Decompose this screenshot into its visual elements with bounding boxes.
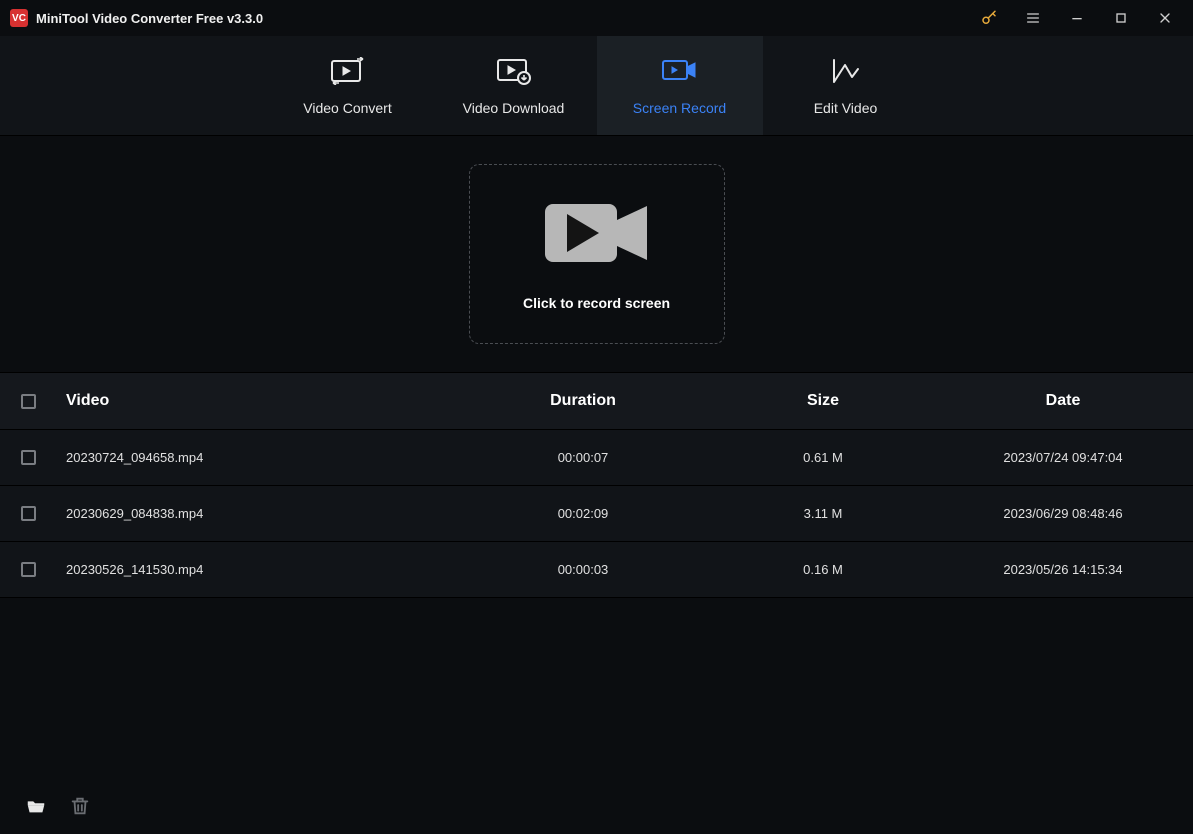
open-folder-button[interactable] — [24, 794, 48, 818]
menu-button[interactable] — [1011, 0, 1055, 36]
tab-label: Video Convert — [303, 100, 391, 116]
cell-size: 0.61 M — [703, 450, 943, 465]
app-logo-icon: VC — [10, 9, 28, 27]
tab-label: Edit Video — [814, 100, 878, 116]
video-convert-icon — [331, 56, 365, 86]
footer — [0, 778, 1193, 834]
cell-duration: 00:02:09 — [463, 506, 703, 521]
table-row[interactable]: 20230526_141530.mp400:00:030.16 M2023/05… — [0, 542, 1193, 598]
table-header: Video Duration Size Date — [0, 372, 1193, 430]
close-button[interactable] — [1143, 0, 1187, 36]
key-icon — [980, 9, 998, 27]
folder-open-icon — [25, 795, 47, 817]
maximize-button[interactable] — [1099, 0, 1143, 36]
minimize-button[interactable] — [1055, 0, 1099, 36]
row-checkbox[interactable] — [21, 562, 36, 577]
header-date: Date — [943, 392, 1183, 410]
titlebar: VC MiniTool Video Converter Free v3.3.0 — [0, 0, 1193, 36]
record-label: Click to record screen — [523, 295, 670, 311]
table-row[interactable]: 20230724_094658.mp400:00:070.61 M2023/07… — [0, 430, 1193, 486]
row-checkbox[interactable] — [21, 450, 36, 465]
delete-button[interactable] — [68, 794, 92, 818]
tab-edit-video[interactable]: Edit Video — [763, 36, 929, 135]
tab-label: Video Download — [463, 100, 565, 116]
cell-video: 20230629_084838.mp4 — [56, 506, 463, 521]
record-area: Click to record screen — [0, 136, 1193, 372]
camera-play-icon — [541, 198, 653, 273]
table-body: 20230724_094658.mp400:00:070.61 M2023/07… — [0, 430, 1193, 598]
tab-video-convert[interactable]: Video Convert — [265, 36, 431, 135]
maximize-icon — [1113, 10, 1129, 26]
header-video: Video — [56, 392, 463, 410]
header-duration: Duration — [463, 392, 703, 410]
cell-date: 2023/06/29 08:48:46 — [943, 506, 1183, 521]
tab-screen-record[interactable]: Screen Record — [597, 36, 763, 135]
cell-duration: 00:00:07 — [463, 450, 703, 465]
cell-video: 20230724_094658.mp4 — [56, 450, 463, 465]
upgrade-key-button[interactable] — [967, 0, 1011, 36]
video-download-icon — [497, 56, 531, 86]
close-icon — [1157, 10, 1173, 26]
select-all-checkbox[interactable] — [21, 394, 36, 409]
cell-video: 20230526_141530.mp4 — [56, 562, 463, 577]
tab-video-download[interactable]: Video Download — [431, 36, 597, 135]
screen-record-icon — [662, 56, 698, 86]
table-row[interactable]: 20230629_084838.mp400:02:093.11 M2023/06… — [0, 486, 1193, 542]
cell-date: 2023/05/26 14:15:34 — [943, 562, 1183, 577]
app-window: VC MiniTool Video Converter Free v3.3.0 — [0, 0, 1193, 834]
record-screen-button[interactable]: Click to record screen — [469, 164, 725, 344]
header-size: Size — [703, 392, 943, 410]
cell-size: 3.11 M — [703, 506, 943, 521]
cell-size: 0.16 M — [703, 562, 943, 577]
row-checkbox[interactable] — [21, 506, 36, 521]
hamburger-icon — [1025, 10, 1041, 26]
main-tabs: Video Convert Video Download — [0, 36, 1193, 136]
tab-label: Screen Record — [633, 100, 726, 116]
cell-date: 2023/07/24 09:47:04 — [943, 450, 1183, 465]
edit-video-icon — [831, 56, 861, 86]
app-title: MiniTool Video Converter Free v3.3.0 — [36, 11, 263, 26]
recordings-table: Video Duration Size Date 20230724_094658… — [0, 372, 1193, 778]
cell-duration: 00:00:03 — [463, 562, 703, 577]
trash-icon — [69, 795, 91, 817]
minimize-icon — [1069, 10, 1085, 26]
